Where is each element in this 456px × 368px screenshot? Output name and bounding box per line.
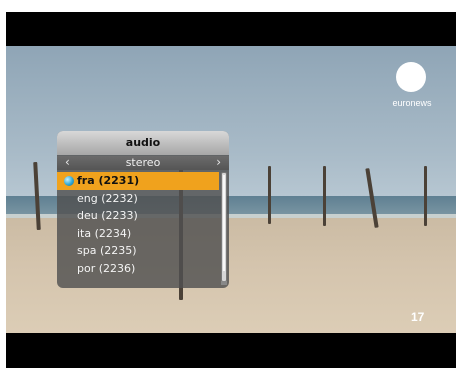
- tv-screen: euronews 17 audio stereo ‹ › fra (2231) …: [6, 12, 456, 368]
- audio-track-label: ita (2234): [77, 226, 132, 240]
- audio-track-label: fra (2231): [77, 174, 140, 187]
- audio-mode-selector[interactable]: stereo ‹ ›: [57, 155, 229, 170]
- audio-track-label: por (2236): [77, 261, 136, 275]
- beach-post: [323, 166, 326, 226]
- scrollbar[interactable]: [221, 172, 227, 282]
- euronews-logo-icon: [396, 62, 426, 92]
- audio-track-list: fra (2231) eng (2232) deu (2233) ita (22…: [57, 172, 219, 277]
- beach-post: [268, 166, 271, 224]
- audio-track-item[interactable]: por (2236): [57, 260, 219, 278]
- chevron-left-icon[interactable]: ‹: [65, 155, 70, 169]
- video-feed: euronews 17 audio stereo ‹ › fra (2231) …: [6, 46, 456, 333]
- audio-track-label: deu (2233): [77, 209, 138, 222]
- audio-menu-title: audio: [57, 131, 229, 155]
- chevron-right-icon[interactable]: ›: [216, 155, 221, 169]
- audio-track-label: spa (2235): [77, 244, 137, 257]
- globe-icon: [64, 176, 74, 186]
- audio-track-item[interactable]: ita (2234): [57, 225, 219, 243]
- audio-menu: audio stereo ‹ › fra (2231) eng (2232) d…: [57, 131, 229, 288]
- audio-track-item[interactable]: eng (2232): [57, 190, 219, 208]
- channel-number: 17: [411, 310, 425, 324]
- audio-track-item[interactable]: fra (2231): [57, 172, 219, 190]
- scroll-down-icon[interactable]: [221, 281, 227, 285]
- audio-track-label: eng (2232): [77, 191, 138, 205]
- audio-track-item[interactable]: spa (2235): [57, 242, 219, 260]
- audio-mode-label: stereo: [125, 156, 161, 169]
- scrollbar-thumb[interactable]: [223, 175, 225, 271]
- channel-logo-text: euronews: [392, 98, 432, 108]
- beach-post: [424, 166, 427, 226]
- audio-track-item[interactable]: deu (2233): [57, 207, 219, 225]
